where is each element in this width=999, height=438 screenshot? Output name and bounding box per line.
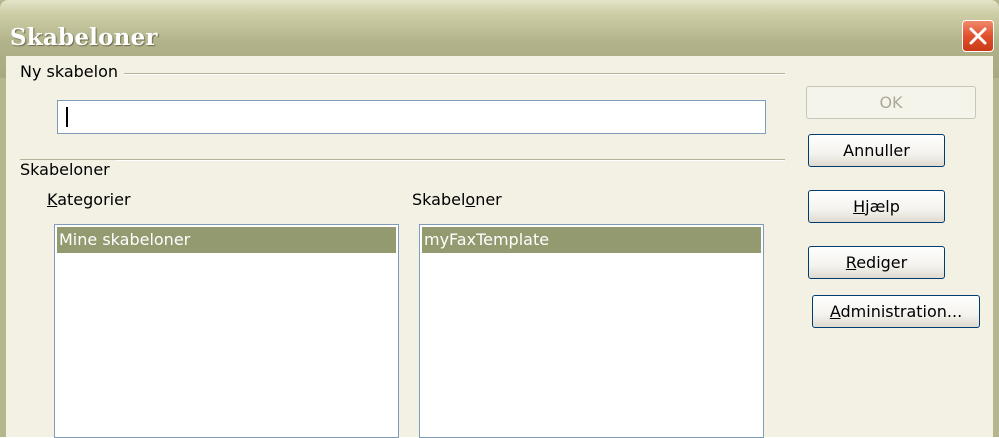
categories-list[interactable]: Mine skabeloner	[54, 224, 399, 438]
close-icon	[969, 27, 987, 45]
templates-label: Skabeloner	[412, 190, 502, 209]
edit-button[interactable]: Rediger	[808, 246, 945, 279]
window-title: Skabeloner	[10, 24, 158, 51]
cancel-button[interactable]: Annuller	[808, 134, 945, 167]
categories-label: Kategorier	[47, 190, 131, 209]
template-name-input[interactable]	[57, 100, 766, 134]
text-caret	[66, 107, 68, 127]
dialog-content: Ny skabelon Skabeloner Kategorier Skabel…	[6, 56, 993, 438]
help-button[interactable]: Hjælp	[808, 190, 945, 223]
templates-list[interactable]: myFaxTemplate	[419, 224, 764, 438]
list-item[interactable]: myFaxTemplate	[422, 227, 761, 253]
close-button[interactable]	[962, 20, 994, 52]
new-template-divider	[20, 73, 785, 75]
list-item[interactable]: Mine skabeloner	[57, 227, 396, 253]
new-template-group-label: Ny skabelon	[20, 62, 125, 81]
templates-divider	[20, 159, 785, 161]
ok-button[interactable]: OK	[806, 86, 976, 119]
dialog-window: Skabeloner Ny skabelon Skabeloner Katego…	[0, 0, 999, 438]
administration-button[interactable]: Administration...	[812, 295, 980, 328]
templates-group-label: Skabeloner	[20, 160, 116, 179]
